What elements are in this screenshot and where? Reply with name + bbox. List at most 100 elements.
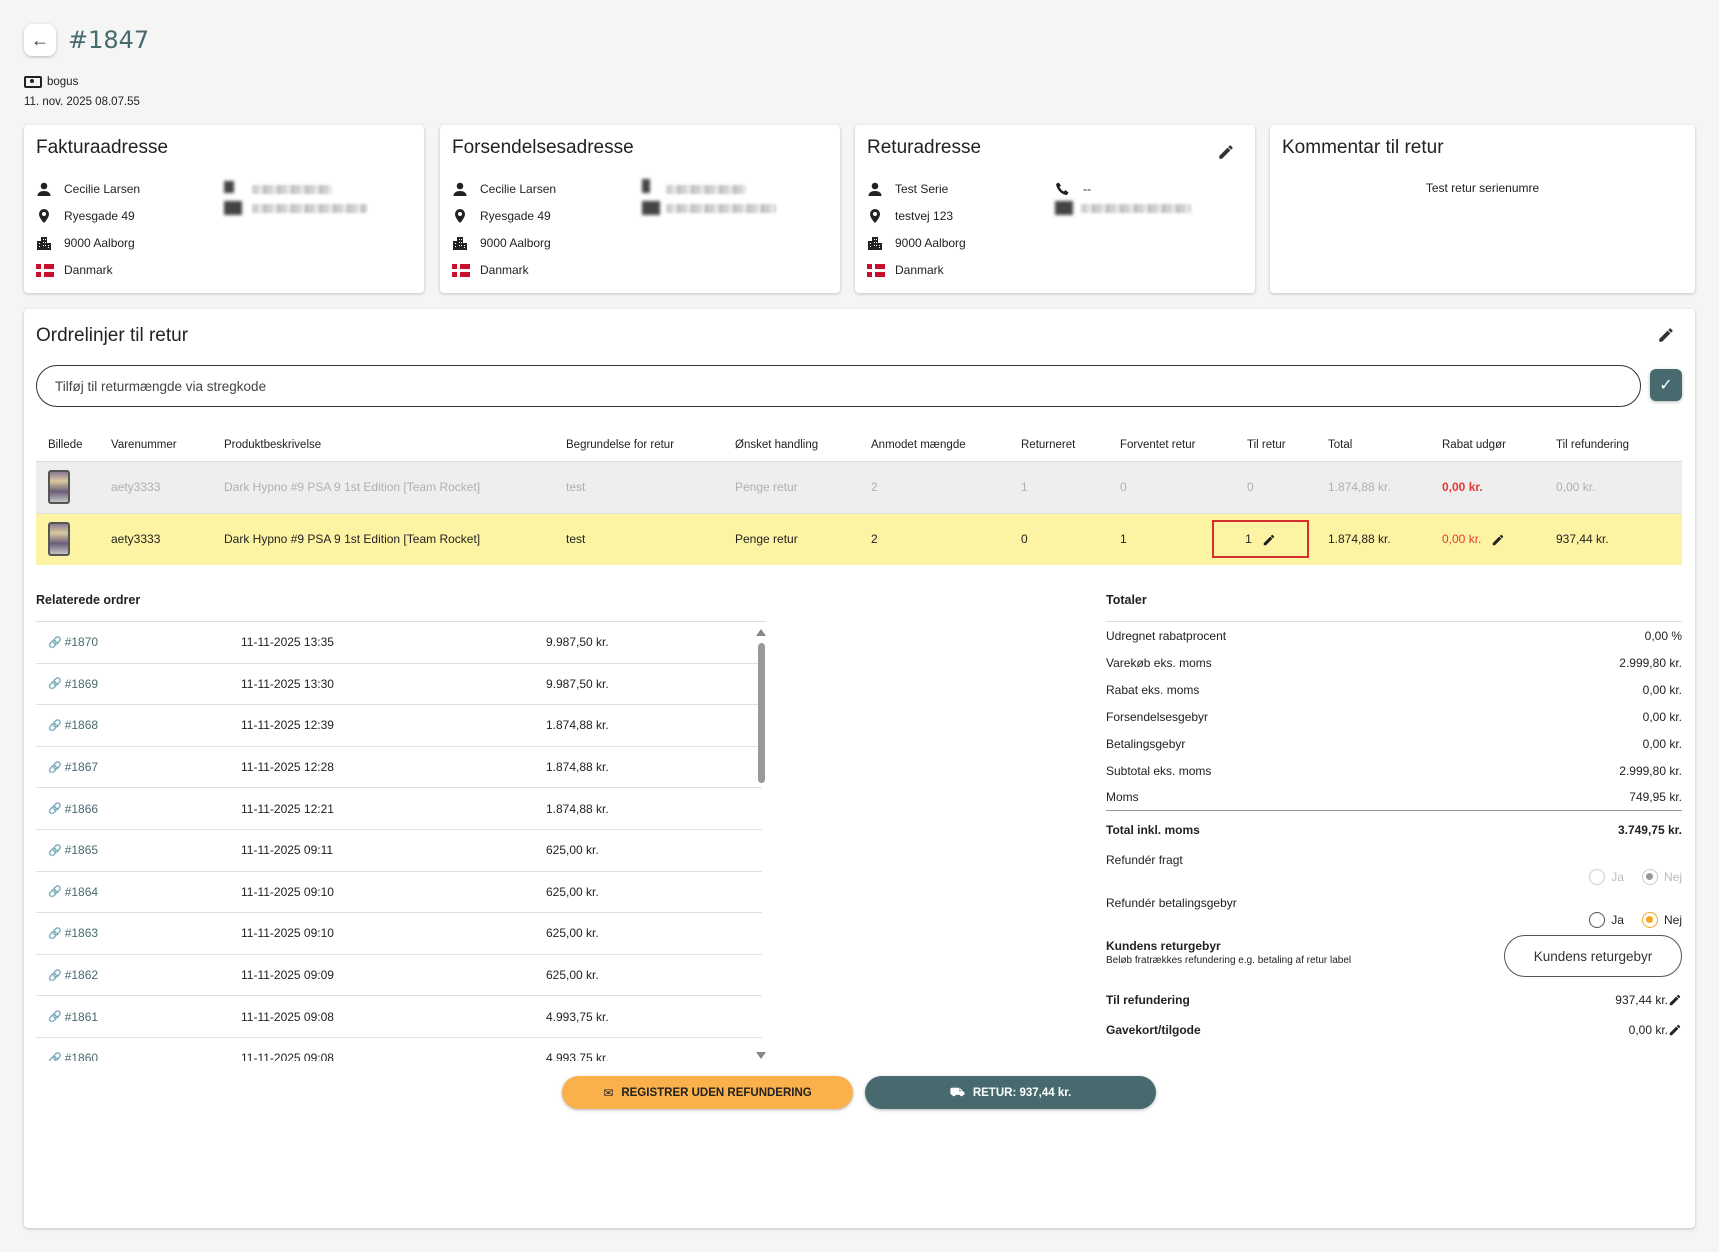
customer-fee-input[interactable]: Kundens returgebyr <box>1504 935 1682 977</box>
return-address-card: Returadresse Test Serie testvej 123 9000… <box>855 125 1255 293</box>
related-order-link[interactable]: #1863 <box>65 926 98 940</box>
totals-row: Rabat eks. moms 0,00 kr. <box>1106 676 1682 703</box>
related-order-link[interactable]: #1865 <box>65 843 98 857</box>
billing-street: Ryesgade 49 <box>64 209 135 223</box>
column-header: Anmodet mængde <box>871 429 1021 462</box>
pencil-icon[interactable] <box>1668 1023 1682 1037</box>
link-icon: 🔗 <box>48 803 62 816</box>
return-street: testvej 123 <box>895 209 954 223</box>
list-item[interactable]: 🔗 #1862 11-11-2025 09:09 625,00 kr. <box>36 955 762 997</box>
scroll-up-icon[interactable] <box>756 629 766 636</box>
order-lines-table: Billede Varenummer Produktbeskrivelse Be… <box>36 429 1682 565</box>
related-order-link[interactable]: #1860 <box>65 1051 98 1061</box>
giftcard-row: Gavekort/tilgode 0,00 kr. <box>1106 1015 1682 1045</box>
related-order-amount: 625,00 kr. <box>546 843 599 858</box>
list-item[interactable]: 🔗 #1863 11-11-2025 09:10 625,00 kr. <box>36 913 762 955</box>
radio-label: Ja <box>1611 912 1624 927</box>
description-cell: Dark Hypno #9 PSA 9 1st Edition [Team Ro… <box>224 513 566 565</box>
totals-value: 0,00 kr. <box>1642 736 1682 751</box>
to-return-edit-field[interactable]: 1 <box>1212 520 1309 559</box>
shipping-city: 9000 Aalborg <box>480 236 551 250</box>
related-order-link[interactable]: #1870 <box>65 635 98 649</box>
pencil-icon[interactable] <box>1262 532 1276 547</box>
column-header: Returneret <box>1021 429 1120 462</box>
related-order-date: 11-11-2025 12:39 <box>241 718 334 733</box>
giftcard-label: Gavekort/tilgode <box>1106 1023 1201 1037</box>
table-header-row: Billede Varenummer Produktbeskrivelse Be… <box>36 429 1682 462</box>
list-item[interactable]: 🔗 #1866 11-11-2025 12:21 1.874,88 kr. <box>36 788 762 830</box>
totals-row: Forsendelsesgebyr 0,00 kr. <box>1106 703 1682 730</box>
radio-label: Nej <box>1663 912 1682 927</box>
refund-shipping-no-radio[interactable] <box>1641 868 1658 885</box>
product-thumbnail <box>48 522 70 557</box>
denmark-flag-icon <box>36 263 54 277</box>
arrow-left-icon: ← <box>31 29 49 50</box>
list-item[interactable]: 🔗 #1869 11-11-2025 13:30 9.987,50 kr. <box>36 664 762 706</box>
totals-value: 0,00 kr. <box>1642 709 1682 724</box>
related-order-link[interactable]: #1864 <box>65 885 98 899</box>
scroll-down-icon[interactable] <box>756 1052 766 1059</box>
related-order-link[interactable]: #1867 <box>65 760 98 774</box>
radio-label: Ja <box>1611 869 1624 884</box>
link-icon: 🔗 <box>48 719 62 732</box>
refund-shipping-row: Refundér fragt Ja Nej <box>1106 849 1682 892</box>
related-order-link[interactable]: #1868 <box>65 718 98 732</box>
refund-total-row: Til refundering 937,44 kr. <box>1106 985 1682 1015</box>
list-item[interactable]: 🔗 #1860 11-11-2025 09:08 4.993,75 kr. <box>36 1038 762 1061</box>
refund-fee-yes-radio[interactable] <box>1589 911 1606 928</box>
return-refund-button[interactable]: ⛟ RETUR: 937,44 kr. <box>865 1076 1156 1109</box>
barcode-input[interactable]: Tilføj til returmængde via stregkode <box>36 365 1641 407</box>
list-item[interactable]: 🔗 #1861 11-11-2025 09:08 4.993,75 kr. <box>36 996 762 1038</box>
related-order-date: 11-11-2025 09:11 <box>241 843 334 858</box>
requested-cell: 2 <box>871 513 1021 565</box>
totals-panel: Udregnet rabatprocent 0,00 % Varekøb eks.… <box>1106 621 1682 1045</box>
column-header: Total <box>1328 429 1442 462</box>
card-title: Fakturaadresse <box>36 137 169 158</box>
related-order-link[interactable]: #1862 <box>65 968 98 982</box>
related-orders-scrollbar[interactable] <box>756 629 766 1059</box>
refund-total-field: 937,44 kr. <box>1615 993 1682 1008</box>
edit-return-address-button[interactable] <box>1217 143 1235 161</box>
related-order-link[interactable]: #1866 <box>65 802 98 816</box>
related-order-link[interactable]: #1861 <box>65 1010 98 1024</box>
back-button[interactable]: ← <box>24 24 56 56</box>
register-without-refund-button[interactable]: ✉ REGISTRER UDEN REFUNDERING <box>562 1076 853 1109</box>
reason-cell: test <box>566 461 735 514</box>
column-header: Produktbeskrivelse <box>224 429 566 462</box>
totals-label: Rabat eks. moms <box>1106 682 1200 697</box>
page-header: ← #1847 <box>24 24 149 56</box>
list-item[interactable]: 🔗 #1867 11-11-2025 12:28 1.874,88 kr. <box>36 747 762 789</box>
returned-cell: 0 <box>1021 513 1120 565</box>
reason-cell: test <box>566 513 735 565</box>
refund-fee-no-radio[interactable] <box>1641 911 1658 928</box>
edit-lines-button[interactable] <box>1657 326 1675 344</box>
pencil-icon <box>1657 328 1675 348</box>
scroll-thumb[interactable] <box>758 643 765 783</box>
return-phone: -- <box>1083 182 1091 196</box>
refund-total-value: 937,44 kr. <box>1615 992 1668 1007</box>
return-name: Test Serie <box>895 182 949 196</box>
related-orders-title: Relaterede ordrer <box>36 593 141 607</box>
list-item[interactable]: 🔗 #1864 11-11-2025 09:10 625,00 kr. <box>36 872 762 914</box>
totals-label: Varekøb eks. moms <box>1106 655 1212 670</box>
giftcard-field: 0,00 kr. <box>1629 1023 1682 1038</box>
link-icon: 🔗 <box>48 844 62 857</box>
customer-fee-hint: Beløb fratrækkes refundering e.g. betali… <box>1106 955 1352 966</box>
refund-shipping-yes-radio[interactable] <box>1589 868 1606 885</box>
order-datetime: 11. nov. 2025 08.07.55 <box>24 96 140 108</box>
refund-shipping-label: Refundér fragt <box>1106 853 1183 867</box>
confirm-barcode-button[interactable]: ✓ <box>1650 369 1682 401</box>
related-order-link[interactable]: #1869 <box>65 677 98 691</box>
list-item[interactable]: 🔗 #1865 11-11-2025 09:11 625,00 kr. <box>36 830 762 872</box>
pencil-icon[interactable] <box>1491 532 1505 546</box>
totals-label: Subtotal eks. moms <box>1106 763 1212 778</box>
pencil-icon[interactable] <box>1668 993 1682 1007</box>
giftcard-value: 0,00 kr. <box>1628 1022 1668 1037</box>
link-icon: 🔗 <box>48 678 62 691</box>
card-title: Forsendelsesadresse <box>452 137 634 158</box>
return-comment-card: Kommentar til retur Test retur serienumr… <box>1270 125 1695 293</box>
related-order-amount: 1.874,88 kr. <box>546 718 609 733</box>
shipping-country: Danmark <box>480 263 529 277</box>
list-item[interactable]: 🔗 #1868 11-11-2025 12:39 1.874,88 kr. <box>36 705 762 747</box>
list-item[interactable]: 🔗 #1870 11-11-2025 13:35 9.987,50 kr. <box>36 622 762 664</box>
